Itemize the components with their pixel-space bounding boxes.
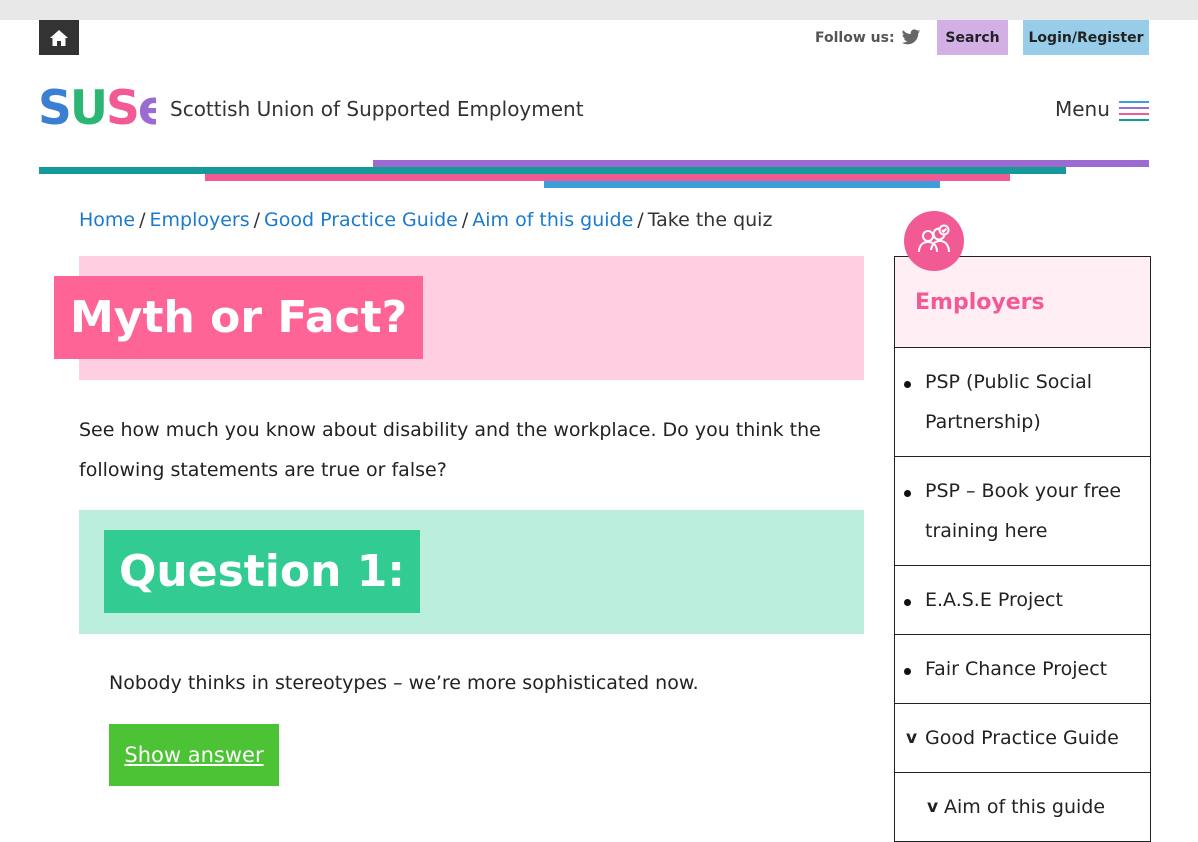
breadcrumb-current: Take the quiz [647,209,773,231]
twitter-icon[interactable] [901,29,921,46]
org-name: Scottish Union of Supported Employment [170,97,584,121]
breadcrumb: Home / Employers / Good Practice Guide / Aim o… [79,209,772,231]
page-title: Myth or Fact? [54,276,424,359]
sidebar-item-label: PSP (Public Social Partnership) [925,371,1093,433]
question-title: Question 1: [104,530,420,613]
hamburger-menu-icon[interactable] [1119,101,1149,121]
breadcrumb-separator: / [139,209,146,231]
sidebar-item-aim-of-guide[interactable]: v Aim of this guide [895,773,1150,841]
breadcrumb-separator: / [637,209,644,231]
breadcrumb-separator: / [461,209,469,231]
login-register-button[interactable]: Login/Register [1023,20,1149,55]
decor-stripe-teal [39,167,1066,174]
follow-us[interactable]: Follow us: [815,29,921,46]
chevron-down-icon[interactable]: v [927,787,938,827]
suse-logo[interactable]: SUSe [38,84,156,130]
sidebar-item-label: Fair Chance Project [925,658,1108,680]
chevron-down-icon[interactable]: v [906,718,917,758]
show-answer-button[interactable]: Show answer [109,724,279,786]
sidebar-item-label: E.A.S.E Project [925,589,1063,611]
sidebar-item-psp-training[interactable]: PSP – Book your free training here [895,457,1150,566]
breadcrumb-aim-of-guide[interactable]: Aim of this guide [472,209,633,231]
breadcrumb-separator: / [253,209,261,231]
question-text: Nobody thinks in stereotypes – we’re mor… [109,672,699,694]
sidebar-nav: Employers PSP (Public Social Partnership… [894,256,1151,842]
follow-label: Follow us: [815,29,895,46]
decor-stripe-blue [544,181,940,188]
svg-text:SUSe: SUSe [38,84,156,130]
breadcrumb-good-practice-guide[interactable]: Good Practice Guide [264,209,458,231]
sidebar-item-ease-project[interactable]: E.A.S.E Project [895,566,1150,635]
sidebar-item-fair-chance[interactable]: Fair Chance Project [895,635,1150,704]
top-strip [0,0,1198,20]
sidebar-item-psp[interactable]: PSP (Public Social Partnership) [895,348,1150,457]
home-button[interactable] [39,20,79,55]
decor-stripe-purple [373,160,1149,167]
sidebar-item-label: Good Practice Guide [925,727,1119,749]
home-icon [50,29,68,46]
breadcrumb-employers[interactable]: Employers [150,209,250,231]
intro-text: See how much you know about disability a… [79,419,821,481]
people-check-icon [904,211,964,271]
menu-label[interactable]: Menu [1055,97,1110,121]
sidebar-item-label: Aim of this guide [944,796,1106,818]
sidebar-item-label: PSP – Book your free training here [925,480,1122,542]
decor-stripe-pink [205,174,1010,181]
search-button[interactable]: Search [937,20,1008,55]
sidebar-item-good-practice-guide[interactable]: v Good Practice Guide [895,704,1150,773]
breadcrumb-home[interactable]: Home [79,209,135,231]
